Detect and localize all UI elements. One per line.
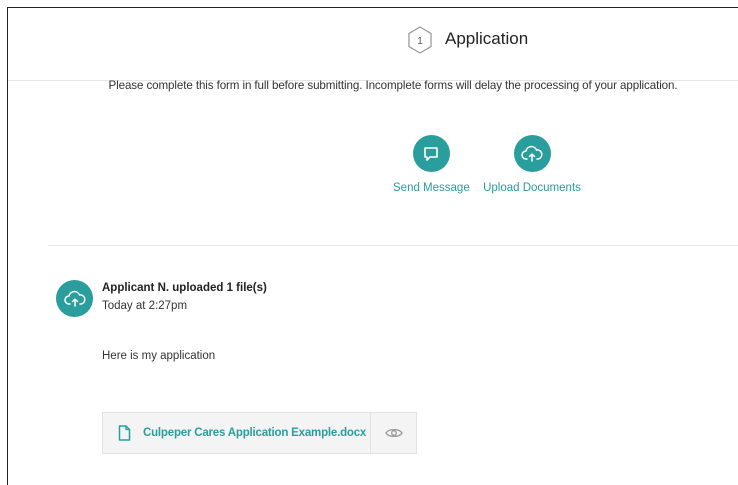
document-icon bbox=[118, 425, 131, 441]
send-message-button[interactable]: Send Message bbox=[393, 135, 470, 194]
cloud-upload-icon bbox=[521, 145, 543, 162]
header: 1 Application bbox=[8, 8, 738, 81]
page-title: Application bbox=[445, 29, 529, 48]
chat-bubble-icon bbox=[424, 146, 438, 161]
attachment-file-name: Culpeper Cares Application Example.docx bbox=[143, 427, 367, 439]
upload-documents-circle bbox=[513, 135, 551, 172]
attachment-card: Culpeper Cares Application Example.docx bbox=[102, 412, 417, 454]
activity-timestamp: Today at 2:27pm bbox=[102, 300, 188, 312]
upload-documents-button[interactable]: Upload Documents bbox=[482, 135, 582, 194]
application-panel: 1 Application Please complete this form … bbox=[7, 7, 738, 485]
send-message-circle bbox=[412, 135, 450, 172]
activity-message: Here is my application bbox=[102, 350, 216, 362]
send-message-label: Send Message bbox=[393, 182, 470, 194]
divider bbox=[48, 245, 738, 246]
attachment-file-link[interactable]: Culpeper Cares Application Example.docx bbox=[103, 413, 371, 453]
upload-documents-label: Upload Documents bbox=[483, 182, 581, 194]
activity-title: Applicant N. uploaded 1 file(s) bbox=[102, 282, 267, 294]
eye-icon bbox=[384, 428, 403, 438]
cloud-upload-icon bbox=[63, 290, 86, 307]
step-badge: 1 bbox=[408, 26, 432, 54]
step-number: 1 bbox=[417, 36, 423, 47]
activity-avatar bbox=[56, 280, 93, 317]
preview-button[interactable] bbox=[371, 413, 416, 453]
instructions-text: Please complete this form in full before… bbox=[108, 79, 678, 92]
